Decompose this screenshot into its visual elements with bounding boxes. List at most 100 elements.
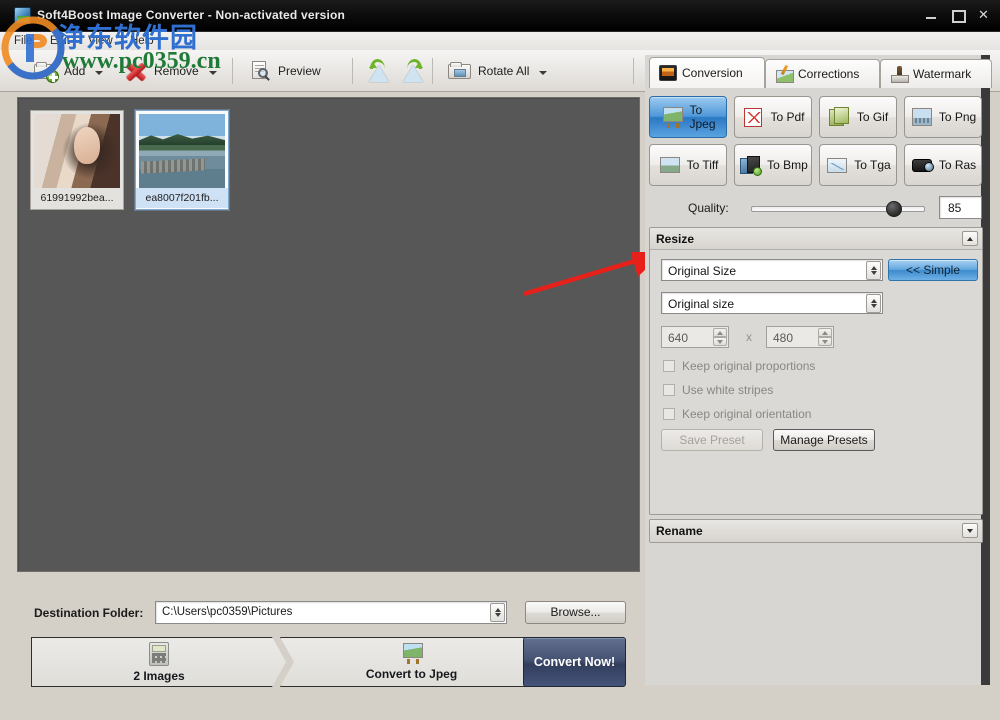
right-panel: Conversion Corrections Watermark ToJpeg … (645, 55, 990, 685)
watermark-icon (890, 66, 908, 82)
tab-watermark[interactable]: Watermark (880, 59, 992, 88)
images-count-icon (149, 642, 169, 666)
list-item[interactable]: ea8007f201fb... (135, 110, 229, 210)
resize-width-input[interactable]: 640 (661, 326, 729, 348)
resize-collapse-button[interactable] (962, 231, 978, 246)
resize-height-value: 480 (773, 331, 793, 345)
format-label-to-tiff: To Tiff (687, 158, 719, 172)
resize-size-mode-combo[interactable]: Original size (661, 292, 883, 314)
rename-group-header[interactable]: Rename (650, 520, 982, 542)
action-bar: 2 Images Convert to Jpeg Convert Now! (31, 637, 643, 687)
step-convert-format[interactable]: Convert to Jpeg (280, 637, 543, 687)
manage-presets-button[interactable]: Manage Presets (773, 429, 875, 451)
remove-x-icon (124, 60, 148, 82)
toolbar-add-button[interactable]: Add (30, 54, 107, 88)
resize-group: Resize Original Size << Simple Original … (649, 227, 983, 515)
format-button-to-png[interactable]: To Png (904, 96, 982, 138)
resize-height-input[interactable]: 480 (766, 326, 834, 348)
quality-row: Quality: 85 (649, 195, 983, 221)
rename-expand-button[interactable] (962, 523, 978, 538)
pdf-icon (741, 107, 765, 128)
remove-chevron-down-icon[interactable] (209, 71, 217, 75)
step-images[interactable]: 2 Images (31, 637, 286, 687)
format-button-to-bmp[interactable]: To Bmp (734, 144, 812, 186)
format-label-to-png: To Png (939, 110, 976, 124)
format-label-to-pdf: To Pdf (770, 110, 804, 124)
convert-now-button[interactable]: Convert Now! (523, 637, 626, 687)
destination-path-input[interactable]: C:\Users\pc0359\Pictures (155, 601, 507, 624)
toolbar-separator-3 (432, 58, 433, 84)
spinner-up-icon (871, 266, 877, 270)
spinner-down-icon[interactable] (495, 613, 501, 617)
save-preset-button: Save Preset (661, 429, 763, 451)
maximize-button[interactable] (949, 6, 966, 23)
toolbar-rotate-all-button[interactable]: Rotate All (444, 54, 551, 88)
tab-corrections-label: Corrections (798, 67, 859, 81)
list-item-filename: ea8007f201fb... (136, 188, 228, 208)
add-chevron-down-icon[interactable] (95, 71, 103, 75)
toolbar-remove-button[interactable]: Remove (120, 54, 221, 88)
checkbox-box[interactable] (663, 384, 675, 396)
rotate-all-chevron-down-icon[interactable] (539, 71, 547, 75)
minimize-button[interactable] (923, 6, 940, 23)
image-list-panel[interactable]: 61991992bea... ea8007f201fb... (17, 97, 640, 572)
browse-button[interactable]: Browse... (525, 601, 626, 624)
checkbox-box[interactable] (663, 408, 675, 420)
list-item[interactable]: 61991992bea... (30, 110, 124, 210)
rotate-left-icon (366, 59, 392, 83)
quality-value-input[interactable]: 85 (939, 196, 982, 219)
format-button-to-tiff[interactable]: To Tiff (649, 144, 727, 186)
spinner-down-icon (871, 304, 877, 308)
resize-group-title: Resize (656, 232, 694, 246)
resize-preset-combo[interactable]: Original Size (661, 259, 883, 281)
spinner-up-icon[interactable] (495, 608, 501, 612)
close-button[interactable]: ✕ (975, 6, 992, 23)
format-label-to-jpeg: ToJpeg (689, 103, 715, 131)
resize-width-value: 640 (668, 331, 688, 345)
resize-group-header[interactable]: Resize (650, 228, 982, 250)
menu-item-edit[interactable]: Edit (44, 34, 76, 49)
format-button-to-gif[interactable]: To Gif (819, 96, 897, 138)
checkbox-keep-original-orientation[interactable]: Keep original orientation (663, 406, 811, 422)
format-button-to-jpeg[interactable]: ToJpeg (649, 96, 727, 138)
tga-icon (825, 155, 849, 176)
thumbnail-image (34, 114, 120, 188)
tiff-icon (658, 155, 682, 176)
resize-width-stepper[interactable] (713, 328, 727, 346)
toolbar-rotate-left-button[interactable] (362, 54, 396, 88)
toolbar-separator-4 (633, 58, 634, 84)
tab-conversion[interactable]: Conversion (649, 57, 765, 88)
toolbar-preview-button[interactable]: Preview (246, 54, 325, 88)
spinner-up-icon (871, 299, 877, 303)
format-button-to-ras[interactable]: To Ras (904, 144, 982, 186)
simple-mode-button[interactable]: << Simple (888, 259, 978, 281)
resize-size-mode-spinner[interactable] (866, 294, 881, 313)
checkbox-box[interactable] (663, 360, 675, 372)
destination-path-value: C:\Users\pc0359\Pictures (162, 606, 292, 618)
jpeg-icon (400, 643, 424, 664)
format-button-grid: ToJpeg To Pdf To Gif To Png To Tiff To B (649, 96, 983, 188)
toolbar-remove-label: Remove (154, 64, 199, 78)
toolbar-separator (232, 58, 233, 84)
chevron-down-icon (967, 529, 973, 533)
window-controls: ✕ (923, 6, 992, 23)
destination-spinner[interactable] (490, 603, 505, 622)
thumbnail-image (139, 114, 225, 188)
toolbar-rotate-right-button[interactable] (396, 54, 430, 88)
menu-item-file[interactable]: File (8, 34, 39, 49)
menu-item-view[interactable]: View (82, 34, 119, 49)
resize-size-mode-value: Original size (668, 297, 734, 311)
tab-corrections[interactable]: Corrections (765, 59, 880, 88)
resize-preset-spinner[interactable] (866, 261, 881, 280)
resize-preset-value: Original Size (668, 264, 736, 278)
quality-slider-thumb[interactable] (886, 201, 902, 217)
format-button-to-tga[interactable]: To Tga (819, 144, 897, 186)
format-button-to-pdf[interactable]: To Pdf (734, 96, 812, 138)
checkbox-use-white-stripes[interactable]: Use white stripes (663, 382, 773, 398)
resize-height-stepper[interactable] (818, 328, 832, 346)
toolbar-separator-2 (352, 58, 353, 84)
checkbox-keep-original-proportions[interactable]: Keep original proportions (663, 358, 815, 374)
menu-item-help[interactable]: Help (124, 34, 160, 49)
checkbox-label: Use white stripes (682, 383, 773, 397)
destination-label: Destination Folder: (34, 606, 143, 620)
